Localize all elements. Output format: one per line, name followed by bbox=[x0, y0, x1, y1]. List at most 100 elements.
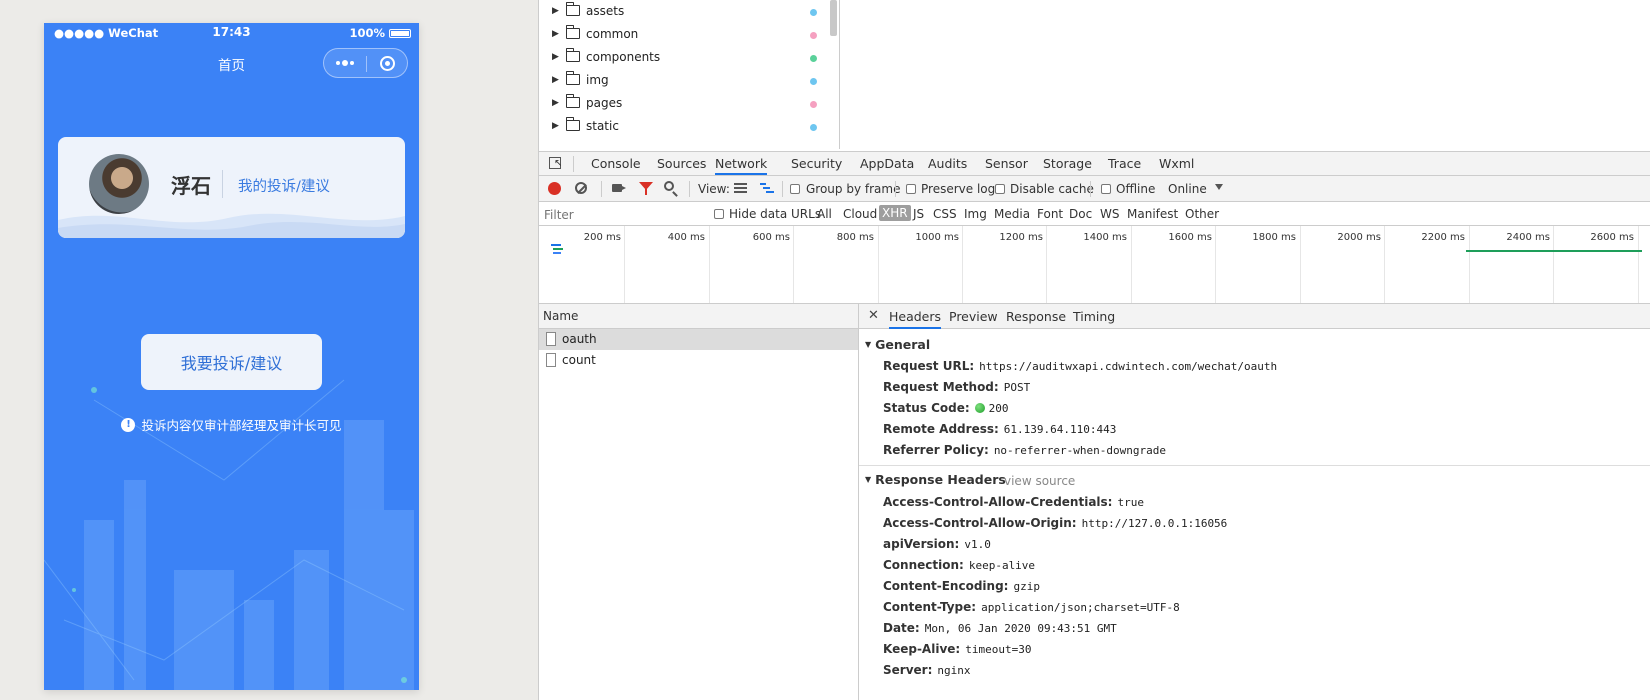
header-key: Referrer Policy: bbox=[883, 443, 989, 457]
my-complaints-link[interactable]: 我的投诉/建议 bbox=[238, 175, 330, 196]
timeline-gridline bbox=[962, 226, 963, 303]
filter-type-all[interactable]: All bbox=[817, 207, 832, 221]
close-icon[interactable]: ✕ bbox=[868, 308, 879, 323]
tab-sources[interactable]: Sources bbox=[657, 156, 706, 171]
expand-arrow-icon[interactable]: ▶ bbox=[552, 29, 559, 39]
hide-data-urls-checkbox[interactable] bbox=[714, 209, 724, 219]
tab-headers[interactable]: Headers bbox=[889, 309, 942, 329]
hide-data-urls-label: Hide data URLs bbox=[729, 207, 822, 221]
throttling-select[interactable]: Online bbox=[1168, 182, 1207, 196]
tab-security[interactable]: Security bbox=[791, 156, 842, 171]
tab-trace[interactable]: Trace bbox=[1108, 156, 1141, 171]
request-row-oauth[interactable]: oauth bbox=[539, 329, 858, 350]
header-value: https://auditwxapi.cdwintech.com/wechat/… bbox=[979, 360, 1278, 373]
header-value: true bbox=[1117, 496, 1144, 509]
header-key: Server: bbox=[883, 663, 933, 677]
tab-wxml[interactable]: Wxml bbox=[1159, 156, 1194, 171]
expand-arrow-icon[interactable]: ▶ bbox=[552, 75, 559, 85]
status-bar: ●●●●● WeChat 17:43 100% bbox=[44, 23, 419, 43]
filter-type-other[interactable]: Other bbox=[1185, 207, 1219, 221]
filter-type-font[interactable]: Font bbox=[1037, 207, 1063, 221]
search-icon[interactable] bbox=[664, 181, 674, 191]
preserve-log-checkbox[interactable] bbox=[906, 184, 916, 194]
folder-icon bbox=[566, 48, 580, 62]
expand-arrow-icon[interactable]: ▶ bbox=[552, 121, 559, 131]
file-tree-item[interactable]: ▶ pages bbox=[539, 93, 839, 116]
filter-type-doc[interactable]: Doc bbox=[1069, 207, 1092, 221]
expand-arrow-icon[interactable]: ▶ bbox=[552, 98, 559, 108]
chevron-down-icon[interactable] bbox=[1215, 184, 1223, 190]
header-key: Remote Address: bbox=[883, 422, 999, 436]
timeline-gridline bbox=[1300, 226, 1301, 303]
filter-type-js[interactable]: JS bbox=[913, 207, 924, 221]
network-timeline[interactable]: 200 ms 400 ms 600 ms 800 ms 1000 ms 1200… bbox=[539, 226, 1650, 304]
tab-network[interactable]: Network bbox=[715, 156, 768, 175]
list-view-icon[interactable] bbox=[734, 183, 747, 194]
filter-type-css[interactable]: CSS bbox=[933, 207, 957, 221]
tab-audits[interactable]: Audits bbox=[928, 156, 967, 171]
header-row: Request URL: https://auditwxapi.cdwintech… bbox=[883, 359, 1277, 373]
more-icon[interactable] bbox=[324, 49, 366, 77]
visibility-notice: ! 投诉内容仅审计部经理及审计长可见 bbox=[44, 415, 419, 434]
header-row: Content-Encoding: gzip bbox=[883, 579, 1040, 593]
timeline-tick: 800 ms bbox=[836, 232, 874, 243]
header-key: Content-Type: bbox=[883, 600, 977, 614]
submit-complaint-button[interactable]: 我要投诉/建议 bbox=[141, 334, 322, 390]
tab-timing[interactable]: Timing bbox=[1073, 309, 1115, 324]
tab-sensor[interactable]: Sensor bbox=[985, 156, 1028, 171]
timeline-tick: 200 ms bbox=[583, 232, 621, 243]
details-tabbar: ✕ Headers Preview Response Timing bbox=[859, 304, 1650, 329]
close-miniprogram-icon[interactable] bbox=[380, 56, 395, 71]
filter-type-xhr[interactable]: XHR bbox=[879, 205, 911, 221]
screenshot-icon[interactable] bbox=[612, 184, 626, 192]
file-icon bbox=[546, 332, 556, 346]
battery-icon bbox=[389, 28, 411, 38]
filter-type-media[interactable]: Media bbox=[994, 207, 1030, 221]
group-by-frame-checkbox[interactable] bbox=[790, 184, 800, 194]
response-headers-toggle[interactable]: ▼ Response Headers bbox=[865, 472, 1006, 487]
city-illustration bbox=[44, 379, 414, 690]
record-icon[interactable] bbox=[548, 182, 561, 195]
waterfall-view-icon[interactable] bbox=[760, 183, 774, 194]
header-row: Access-Control-Allow-Origin: http://127.0… bbox=[883, 516, 1227, 530]
toolbar-divider bbox=[895, 181, 896, 197]
file-tree-item[interactable]: ▶ img bbox=[539, 70, 839, 93]
battery-indicator: 100% bbox=[349, 26, 411, 40]
tab-console[interactable]: Console bbox=[591, 156, 641, 171]
battery-percent: 100% bbox=[349, 26, 385, 40]
view-source-link[interactable]: view source bbox=[1004, 474, 1075, 488]
offline-checkbox[interactable] bbox=[1101, 184, 1111, 194]
toolbar-divider bbox=[1090, 181, 1091, 197]
request-row-count[interactable]: count bbox=[539, 350, 858, 371]
tab-response[interactable]: Response bbox=[1006, 309, 1066, 324]
filter-input[interactable] bbox=[542, 204, 701, 225]
clear-icon[interactable] bbox=[575, 182, 587, 194]
request-bar bbox=[1466, 250, 1642, 252]
tab-storage[interactable]: Storage bbox=[1043, 156, 1092, 171]
expand-arrow-icon[interactable]: ▶ bbox=[552, 52, 559, 62]
disable-cache-checkbox[interactable] bbox=[995, 184, 1005, 194]
filter-type-ws[interactable]: WS bbox=[1100, 207, 1119, 221]
inspect-element-icon[interactable] bbox=[549, 157, 562, 169]
timeline-gridline bbox=[878, 226, 879, 303]
expand-arrow-icon[interactable]: ▶ bbox=[552, 6, 559, 16]
tab-appdata[interactable]: AppData bbox=[860, 156, 914, 171]
filter-icon[interactable] bbox=[639, 182, 653, 195]
tab-preview[interactable]: Preview bbox=[949, 309, 998, 324]
file-tree-item[interactable]: ▶ common bbox=[539, 24, 839, 47]
file-tree-item[interactable]: ▶ static bbox=[539, 116, 839, 139]
general-section-toggle[interactable]: ▼ General bbox=[865, 337, 930, 352]
file-tree-item[interactable]: ▶ components bbox=[539, 47, 839, 70]
group-by-frame-label: Group by frame bbox=[806, 182, 901, 196]
filter-type-cloud[interactable]: Cloud bbox=[843, 207, 877, 221]
filter-type-manifest[interactable]: Manifest bbox=[1127, 207, 1178, 221]
request-list: Name oauth count bbox=[539, 304, 859, 700]
view-label: View: bbox=[698, 182, 730, 196]
folder-name: pages bbox=[586, 96, 623, 110]
filter-type-img[interactable]: Img bbox=[964, 207, 987, 221]
file-tree-item[interactable]: ▶ assets bbox=[539, 1, 839, 24]
status-dot bbox=[810, 101, 817, 108]
name-column-header[interactable]: Name bbox=[539, 304, 858, 329]
file-tree-scrollbar[interactable] bbox=[830, 0, 837, 36]
header-row: Request Method: POST bbox=[883, 380, 1030, 394]
